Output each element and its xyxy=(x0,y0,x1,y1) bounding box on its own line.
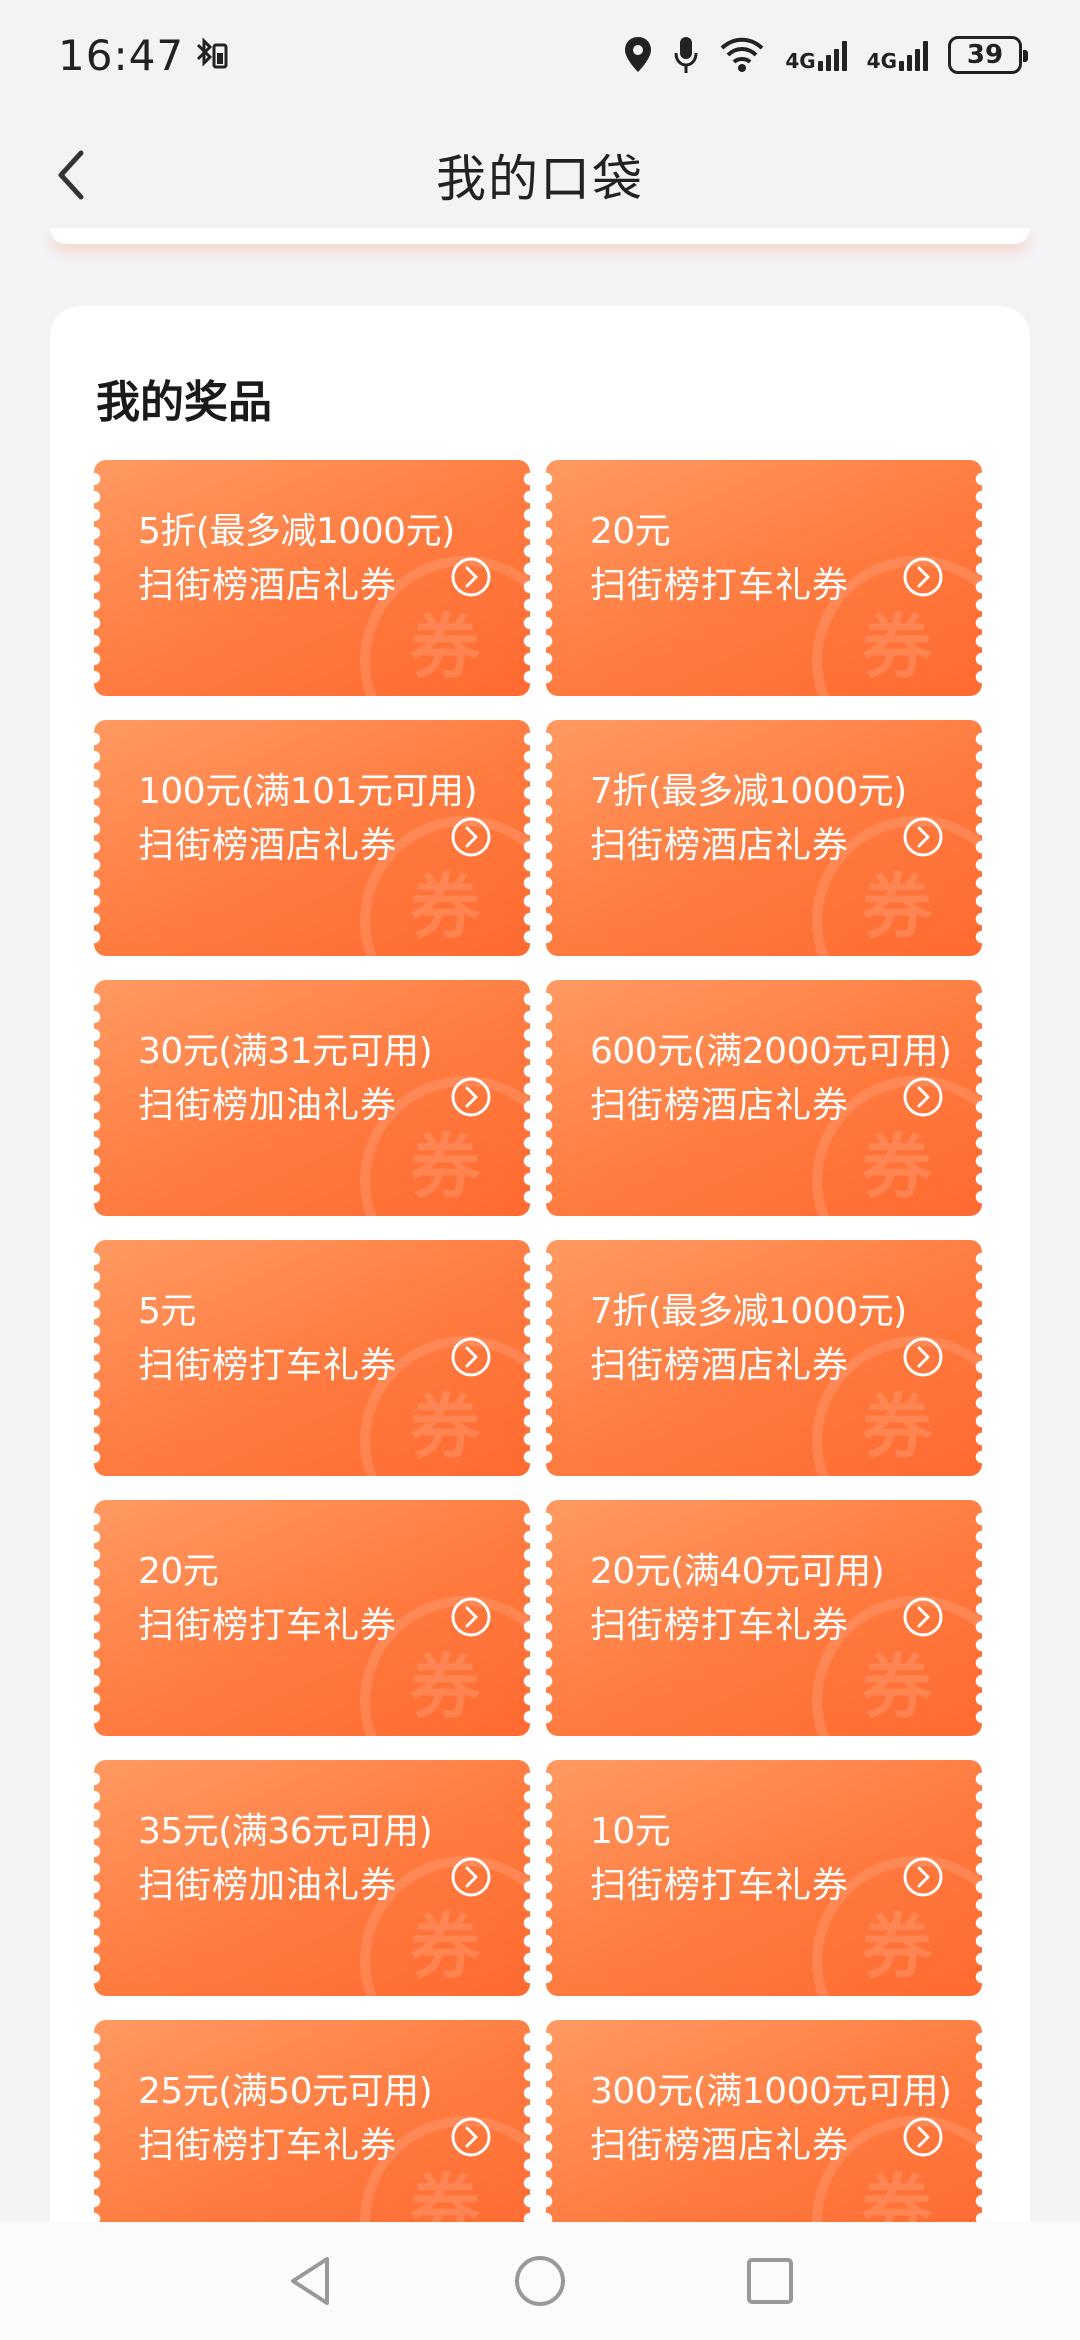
status-left: 16:47 xyxy=(58,31,230,80)
network-type-1: 4G xyxy=(785,49,816,73)
section-title: 我的奖品 xyxy=(96,377,272,428)
coupon-name: 扫街榜打车礼券 xyxy=(138,1345,398,1386)
coupon-name: 扫街榜打车礼券 xyxy=(590,1605,850,1646)
coupon-watermark-text: 券 xyxy=(410,1905,480,1988)
coupon-card[interactable]: 券 20元(满40元可用) 扫街榜打车礼券 xyxy=(546,1500,982,1736)
coupon-watermark-text: 券 xyxy=(410,1125,480,1208)
chevron-right-circle-icon[interactable] xyxy=(902,2116,944,2158)
chevron-right-circle-icon[interactable] xyxy=(902,1336,944,1378)
location-icon xyxy=(623,33,653,77)
chevron-right-circle-icon[interactable] xyxy=(902,1076,944,1118)
coupon-amount: 20元(满40元可用) xyxy=(590,1551,885,1592)
coupon-amount: 600元(满2000元可用) xyxy=(590,1031,952,1072)
status-time: 16:47 xyxy=(58,30,185,80)
signal-2-icon: 4G xyxy=(867,39,928,71)
circle-home-icon xyxy=(515,2256,565,2306)
coupon-card[interactable]: 券 30元(满31元可用) 扫街榜加油礼券 xyxy=(94,980,530,1216)
status-right: 4G 4G 39 xyxy=(623,33,1028,77)
signal-1-icon: 4G xyxy=(785,39,847,73)
coupon-card[interactable]: 券 5元扫街榜打车礼券 xyxy=(94,1240,530,1476)
coupon-name: 扫街榜酒店礼券 xyxy=(138,825,398,866)
coupon-card[interactable]: 券 100元(满101元可用) 扫街榜酒店礼券 xyxy=(94,720,530,956)
coupon-name: 扫街榜打车礼券 xyxy=(138,2125,398,2166)
coupon-amount: 35元(满36元可用) xyxy=(138,1811,433,1852)
coupon-amount: 300元(满1000元可用) xyxy=(590,2071,952,2112)
coupon-amount: 100元(满101元可用) xyxy=(138,771,478,812)
coupon-amount: 20元 xyxy=(138,1551,219,1592)
coupon-card[interactable]: 券 300元(满1000元可用) 扫街榜酒店礼券 xyxy=(546,2020,982,2256)
chevron-right-circle-icon[interactable] xyxy=(902,816,944,858)
coupon-name: 扫街榜打车礼券 xyxy=(590,1865,850,1906)
coupon-watermark-text: 券 xyxy=(410,865,480,948)
chevron-right-circle-icon[interactable] xyxy=(902,556,944,598)
coupon-card[interactable]: 券 35元(满36元可用) 扫街榜加油礼券 xyxy=(94,1760,530,1996)
coupon-card[interactable]: 券 10元扫街榜打车礼券 xyxy=(546,1760,982,1996)
chevron-right-circle-icon[interactable] xyxy=(902,1856,944,1898)
coupon-amount: 5折(最多减1000元) xyxy=(138,511,455,552)
network-type-2: 4G xyxy=(866,49,897,73)
prizes-card: 我的奖品 券 5折(最多减1000元) 扫街榜酒店礼券券 20元 扫街榜打车礼券券 100… xyxy=(50,306,1030,2286)
wifi-icon xyxy=(719,33,765,77)
coupon-name: 扫街榜酒店礼券 xyxy=(590,2125,850,2166)
coupon-grid: 券 5折(最多减1000元) 扫街榜酒店礼券券 20元 扫街榜打车礼券券 100元(满10… xyxy=(94,460,986,2256)
chevron-right-circle-icon[interactable] xyxy=(450,1076,492,1118)
coupon-watermark-text: 券 xyxy=(862,1905,932,1988)
square-recent-icon xyxy=(747,2258,793,2304)
coupon-amount: 5元 xyxy=(138,1291,196,1332)
coupon-card[interactable]: 券 25元(满50元可用) 扫街榜打车礼券 xyxy=(94,2020,530,2256)
chevron-right-circle-icon[interactable] xyxy=(450,1856,492,1898)
header-divider xyxy=(50,228,1030,244)
coupon-watermark-text: 券 xyxy=(862,1645,932,1728)
coupon-amount: 7折(最多减1000元) xyxy=(590,771,907,812)
coupon-card[interactable]: 券 600元(满2000元可用) 扫街榜酒店礼券 xyxy=(546,980,982,1216)
coupon-card[interactable]: 券 7折(最多减1000元) 扫街榜酒店礼券 xyxy=(546,720,982,956)
battery-icon: 39 xyxy=(948,36,1028,74)
coupon-name: 扫街榜加油礼券 xyxy=(138,1865,398,1906)
chevron-right-circle-icon[interactable] xyxy=(902,1596,944,1638)
nav-back-button[interactable] xyxy=(275,2246,345,2316)
coupon-amount: 10元 xyxy=(590,1811,671,1852)
nav-recent-button[interactable] xyxy=(735,2246,805,2316)
chevron-right-circle-icon[interactable] xyxy=(450,2116,492,2158)
nav-home-button[interactable] xyxy=(505,2246,575,2316)
coupon-name: 扫街榜酒店礼券 xyxy=(590,1345,850,1386)
back-button[interactable] xyxy=(36,140,106,210)
coupon-name: 扫街榜酒店礼券 xyxy=(590,1085,850,1126)
header: 我的口袋 xyxy=(0,110,1080,240)
coupon-card[interactable]: 券 20元扫街榜打车礼券 xyxy=(546,460,982,696)
coupon-name: 扫街榜加油礼券 xyxy=(138,1085,398,1126)
coupon-amount: 7折(最多减1000元) xyxy=(590,1291,907,1332)
coupon-name: 扫街榜酒店礼券 xyxy=(138,565,398,606)
coupon-name: 扫街榜打车礼券 xyxy=(590,565,850,606)
page-title: 我的口袋 xyxy=(436,150,644,208)
coupon-name: 扫街榜打车礼券 xyxy=(138,1605,398,1646)
battery-level: 39 xyxy=(966,40,1004,70)
bluetooth-battery-icon xyxy=(194,33,230,77)
coupon-watermark-text: 券 xyxy=(410,605,480,688)
coupon-card[interactable]: 券 5折(最多减1000元) 扫街榜酒店礼券 xyxy=(94,460,530,696)
coupon-amount: 25元(满50元可用) xyxy=(138,2071,433,2112)
coupon-watermark-text: 券 xyxy=(862,1385,932,1468)
microphone-icon xyxy=(673,33,699,77)
coupon-amount: 20元 xyxy=(590,511,671,552)
chevron-right-circle-icon[interactable] xyxy=(450,1336,492,1378)
chevron-right-circle-icon[interactable] xyxy=(450,816,492,858)
coupon-watermark-text: 券 xyxy=(862,865,932,948)
coupon-name: 扫街榜酒店礼券 xyxy=(590,825,850,866)
chevron-right-circle-icon[interactable] xyxy=(450,556,492,598)
coupon-watermark-text: 券 xyxy=(862,1125,932,1208)
chevron-right-circle-icon[interactable] xyxy=(450,1596,492,1638)
coupon-watermark-text: 券 xyxy=(410,1385,480,1468)
coupon-card[interactable]: 券 20元扫街榜打车礼券 xyxy=(94,1500,530,1736)
coupon-amount: 30元(满31元可用) xyxy=(138,1031,433,1072)
chevron-left-icon xyxy=(58,150,84,200)
coupon-watermark-text: 券 xyxy=(410,1645,480,1728)
triangle-back-icon xyxy=(291,2257,329,2305)
system-nav-bar xyxy=(0,2222,1080,2340)
status-bar: 16:47 4G 4G 39 xyxy=(0,0,1080,110)
coupon-card[interactable]: 券 7折(最多减1000元) 扫街榜酒店礼券 xyxy=(546,1240,982,1476)
coupon-watermark-text: 券 xyxy=(862,605,932,688)
